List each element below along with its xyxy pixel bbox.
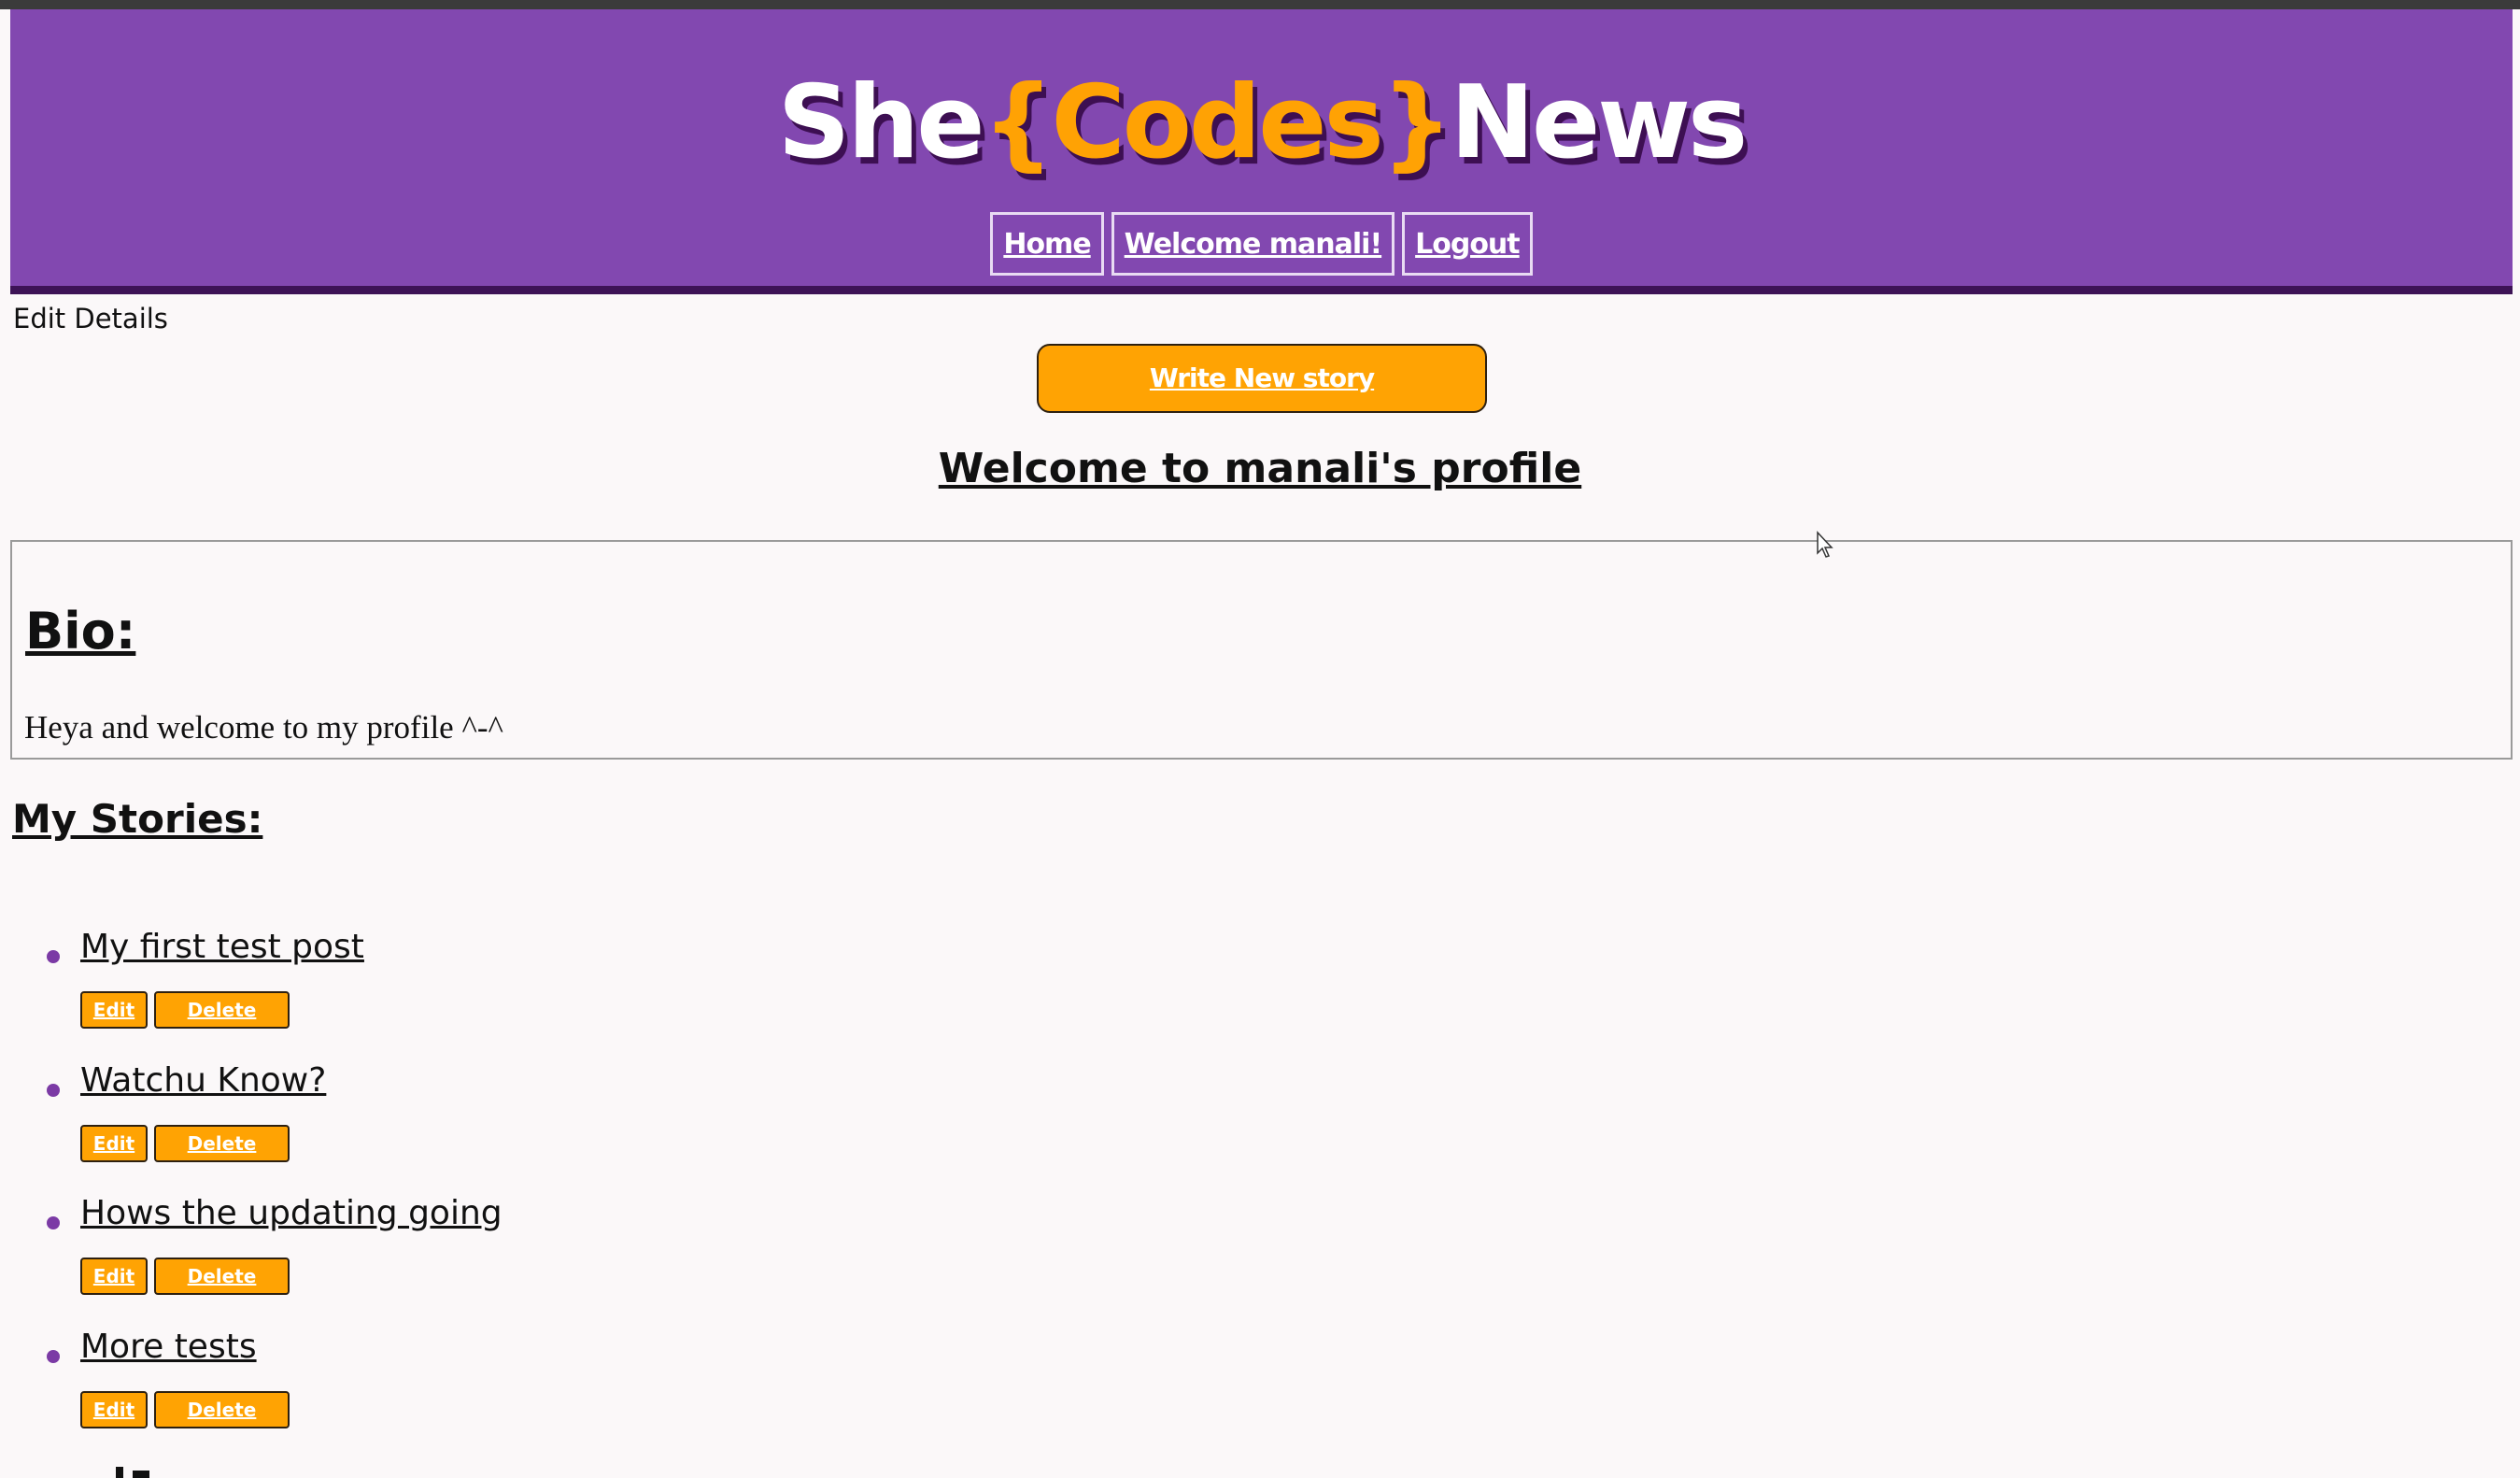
delete-story-button[interactable]: Delete [154, 991, 290, 1029]
story-title-link[interactable]: More tests [80, 1328, 257, 1366]
story-list-item: Hows the updating going Edit Delete [47, 1194, 1168, 1332]
story-title-link[interactable]: Watchu Know? [80, 1061, 326, 1100]
site-logo[interactable]: She{Codes}News [10, 58, 2513, 189]
story-title-link[interactable]: Hows the updating going [80, 1194, 503, 1232]
delete-story-button[interactable]: Delete [154, 1391, 290, 1428]
bio-heading: Bio: [25, 602, 136, 661]
bullet-icon [47, 1350, 60, 1363]
nav-home-link[interactable]: Home [990, 212, 1104, 276]
edit-story-button[interactable]: Edit [80, 1125, 148, 1162]
site-header: She{Codes}News Home Welcome manali! Logout [10, 9, 2513, 294]
browser-top-bar [0, 0, 2520, 9]
story-list-item: More tests Edit Delete [47, 1328, 1168, 1466]
bio-text: Heya and welcome to my profile ^-^ [24, 709, 503, 746]
nav-welcome-link[interactable]: Welcome manali! [1111, 212, 1395, 276]
story-title-link[interactable]: My first test post [80, 928, 364, 966]
story-list-item: Watchu Know? Edit Delete [47, 1061, 1168, 1200]
edit-story-button[interactable]: Edit [80, 1258, 148, 1295]
edit-story-button[interactable]: Edit [80, 991, 148, 1029]
profile-title: Welcome to manali's profile [938, 445, 1582, 492]
logo-brace-open: { [982, 64, 1055, 181]
delete-story-button[interactable]: Delete [154, 1125, 290, 1162]
bullet-icon [47, 1084, 60, 1097]
logo-brace-close: } [1380, 64, 1453, 181]
main-nav: Home Welcome manali! Logout [10, 212, 2513, 276]
write-new-story-button[interactable]: Write New story [1037, 344, 1487, 413]
bullet-icon [47, 1216, 60, 1229]
logo-she: She [777, 64, 985, 181]
bullet-icon [47, 950, 60, 963]
logo-codes: Codes [1051, 64, 1383, 181]
logo-news: News [1450, 64, 1748, 181]
nav-logout-link[interactable]: Logout [1402, 212, 1533, 276]
edit-details-link[interactable]: Edit Details [13, 303, 168, 334]
delete-story-button[interactable]: Delete [154, 1258, 290, 1295]
partial-next-story [80, 1463, 192, 1478]
mouse-cursor-icon [1816, 531, 1836, 564]
my-stories-heading: My Stories: [12, 796, 263, 842]
bio-section: Bio: Heya and welcome to my profile ^-^ [10, 540, 2513, 760]
story-list-item: My first test post Edit Delete [47, 928, 1168, 1066]
edit-story-button[interactable]: Edit [80, 1391, 148, 1428]
